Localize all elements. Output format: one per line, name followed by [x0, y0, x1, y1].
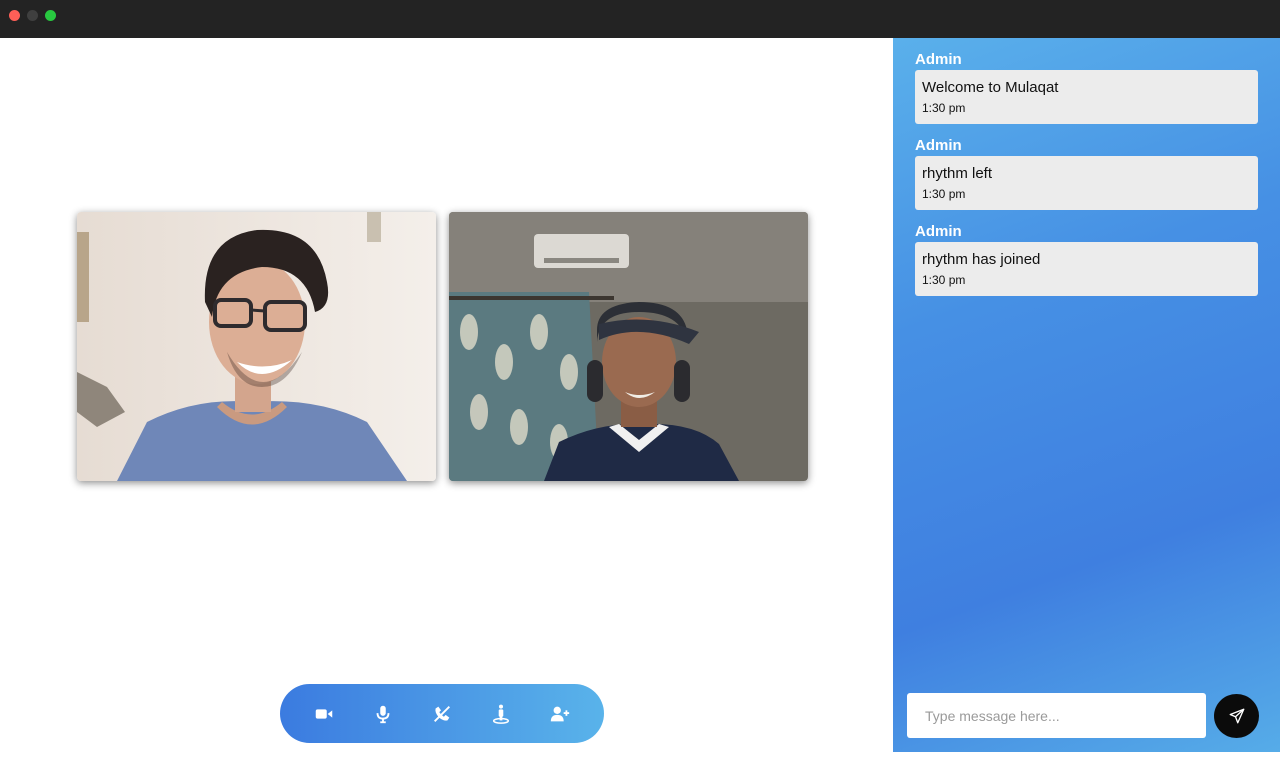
chat-message: Admin Welcome to Mulaqat 1:30 pm: [915, 50, 1258, 124]
message-bubble: Welcome to Mulaqat 1:30 pm: [915, 70, 1258, 124]
video-camera-button[interactable]: [313, 703, 335, 725]
window-maximize-button[interactable]: [45, 10, 56, 21]
message-time: 1:30 pm: [922, 273, 966, 287]
window-minimize-button[interactable]: [27, 10, 38, 21]
phone-hangup-icon: [434, 705, 450, 722]
video-stage: [0, 38, 893, 776]
message-author: Admin: [915, 51, 962, 68]
message-author: Admin: [915, 223, 962, 240]
window-titlebar: [0, 0, 1280, 38]
participants-button[interactable]: [490, 703, 512, 725]
message-time: 1:30 pm: [922, 187, 966, 201]
person-headphones-video-feed: [449, 212, 808, 481]
message-text: rhythm has joined: [922, 251, 1041, 268]
message-time: 1:30 pm: [922, 101, 966, 115]
call-controls-bar: [280, 684, 604, 743]
end-call-button[interactable]: [431, 703, 453, 725]
user-plus-icon: [550, 706, 570, 721]
message-text: rhythm left: [922, 165, 993, 182]
microphone-button[interactable]: [372, 703, 394, 725]
video-camera-icon: [315, 708, 333, 719]
message-author: Admin: [915, 137, 962, 154]
message-input[interactable]: [907, 693, 1206, 738]
chat-input-row: [907, 693, 1259, 738]
window-close-button[interactable]: [9, 10, 20, 21]
microphone-icon: [376, 705, 390, 723]
chat-message: Admin rhythm left 1:30 pm: [915, 136, 1258, 210]
chat-messages: Admin Welcome to Mulaqat 1:30 pm Admin r…: [915, 50, 1258, 308]
message-bubble: rhythm left 1:30 pm: [915, 156, 1258, 210]
send-message-button[interactable]: [1214, 694, 1259, 738]
chat-panel: Admin Welcome to Mulaqat 1:30 pm Admin r…: [893, 38, 1280, 776]
participant-video-2: [449, 212, 808, 481]
person-stand-icon: [492, 704, 510, 724]
paper-plane-icon: [1229, 708, 1244, 724]
message-bubble: rhythm has joined 1:30 pm: [915, 242, 1258, 296]
chat-message: Admin rhythm has joined 1:30 pm: [915, 222, 1258, 296]
message-text: Welcome to Mulaqat: [922, 79, 1059, 96]
participant-video-1: [77, 212, 436, 481]
add-user-button[interactable]: [549, 703, 571, 725]
person-glasses-video-feed: [77, 212, 436, 481]
